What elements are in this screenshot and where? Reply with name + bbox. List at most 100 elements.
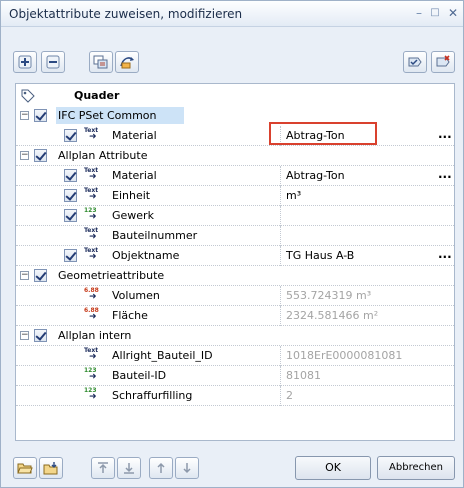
attribute-label: Schraffurfilling xyxy=(112,389,193,402)
group-label: Allplan intern xyxy=(58,329,132,342)
group-geometrieattribute[interactable]: − Geometrieattribute xyxy=(16,266,454,286)
group-checkbox[interactable] xyxy=(34,269,47,282)
remove-icon xyxy=(46,55,60,69)
attribute-label: Objektname xyxy=(112,249,180,262)
ellipsis-button[interactable]: ... xyxy=(438,247,452,261)
tree-root[interactable]: Quader xyxy=(16,86,454,106)
text-type-icon: Text ➜ xyxy=(84,247,99,262)
remove-attribute-button[interactable] xyxy=(41,51,65,73)
attribute-value-readonly: 81081 xyxy=(286,369,321,382)
minimize-icon[interactable]: – xyxy=(411,5,427,21)
integer-type-icon: 123 ➜ xyxy=(84,387,97,402)
move-bottom-icon xyxy=(124,463,134,474)
column-divider xyxy=(280,306,281,326)
ok-button[interactable]: OK xyxy=(295,456,371,480)
collapse-icon[interactable]: − xyxy=(20,151,29,160)
ellipsis-button[interactable]: ... xyxy=(438,167,452,181)
attribute-value-input[interactable]: Abtrag-Ton xyxy=(286,169,345,182)
column-divider xyxy=(280,166,281,186)
ellipsis-button[interactable]: ... xyxy=(438,127,452,141)
favorites-icon xyxy=(408,57,422,67)
attribute-checkbox[interactable] xyxy=(64,189,77,202)
group-checkbox[interactable] xyxy=(34,329,47,342)
column-divider xyxy=(280,226,281,246)
group-ifc-pset-common[interactable]: − IFC PSet Common xyxy=(16,106,454,126)
group-allplan-attribute[interactable]: − Allplan Attribute xyxy=(16,146,454,166)
attribute-row-bauteilnummer[interactable]: Text ➜ Bauteilnummer xyxy=(16,226,454,246)
collapse-icon[interactable]: − xyxy=(20,271,29,280)
collapse-icon[interactable]: − xyxy=(20,111,29,120)
text-type-icon: Text ➜ xyxy=(84,347,99,362)
attribute-label: Bauteil-ID xyxy=(112,369,167,382)
add-icon xyxy=(18,55,32,69)
group-checkbox[interactable] xyxy=(34,149,47,162)
attribute-checkbox[interactable] xyxy=(64,169,77,182)
pick-attributes-icon xyxy=(120,57,134,69)
move-to-bottom-button[interactable] xyxy=(117,457,141,479)
attribute-row-flaeche[interactable]: 6.88 ➜ Fläche 2324.581466 m² xyxy=(16,306,454,326)
column-divider xyxy=(280,186,281,206)
group-checkbox[interactable] xyxy=(34,109,47,122)
add-attribute-button[interactable] xyxy=(13,51,37,73)
attribute-label: Volumen xyxy=(112,289,160,302)
favorites-button[interactable] xyxy=(403,51,427,73)
attribute-row-bauteil-id[interactable]: 123 ➜ Bauteil-ID 81081 xyxy=(16,366,454,386)
float-type-icon: 6.88 ➜ xyxy=(84,287,99,302)
attribute-row-material[interactable]: Text ➜ Material Abtrag-Ton ... xyxy=(16,126,454,146)
group-label: Geometrieattribute xyxy=(58,269,165,282)
attribute-tree: Quader − IFC PSet Common Text ➜ Material … xyxy=(15,83,455,441)
group-label: IFC PSet Common xyxy=(58,109,157,122)
delete-favorites-icon xyxy=(436,55,450,67)
cancel-button[interactable]: Abbrechen xyxy=(377,456,455,480)
pick-attributes-button[interactable] xyxy=(115,51,139,73)
close-icon[interactable]: ✕ xyxy=(445,5,461,21)
column-divider xyxy=(280,246,281,266)
column-divider xyxy=(280,286,281,306)
move-up-button[interactable] xyxy=(149,457,173,479)
move-up-icon xyxy=(157,462,165,473)
attribute-checkbox[interactable] xyxy=(64,249,77,262)
attribute-row-gewerk[interactable]: 123 ➜ Gewerk xyxy=(16,206,454,226)
dialog-window: Objektattribute zuweisen, modifizieren –… xyxy=(0,0,464,488)
attribute-label: Einheit xyxy=(112,189,151,202)
text-type-icon: Text ➜ xyxy=(84,127,99,142)
attribute-row-einheit[interactable]: Text ➜ Einheit m³ xyxy=(16,186,454,206)
attribute-row-schraffurfilling[interactable]: 123 ➜ Schraffurfilling 2 xyxy=(16,386,454,406)
title-bar[interactable]: Objektattribute zuweisen, modifizieren –… xyxy=(1,1,463,27)
attribute-row-objektname[interactable]: Text ➜ Objektname TG Haus A-B ... xyxy=(16,246,454,266)
attribute-value-readonly: 553.724319 m³ xyxy=(286,289,372,302)
attribute-value-input[interactable]: m³ xyxy=(286,189,301,202)
float-type-icon: 6.88 ➜ xyxy=(84,307,99,322)
group-label: Allplan Attribute xyxy=(58,149,148,162)
attribute-value-input[interactable]: TG Haus A-B xyxy=(286,249,354,262)
text-type-icon: Text ➜ xyxy=(84,187,99,202)
move-top-icon xyxy=(98,462,108,473)
column-divider xyxy=(280,346,281,366)
column-divider xyxy=(280,206,281,226)
window-title: Objektattribute zuweisen, modifizieren xyxy=(9,7,243,21)
attribute-value-readonly: 2 xyxy=(286,389,293,402)
collapse-icon[interactable]: − xyxy=(20,331,29,340)
open-folder-icon xyxy=(17,463,33,474)
attribute-label: Fläche xyxy=(112,309,148,322)
integer-type-icon: 123 ➜ xyxy=(84,207,97,222)
tag-icon xyxy=(21,89,35,103)
move-down-icon xyxy=(183,463,191,474)
maximize-icon[interactable]: □ xyxy=(427,5,443,21)
open-favorite-button[interactable] xyxy=(13,457,37,479)
group-allplan-intern[interactable]: − Allplan intern xyxy=(16,326,454,346)
highlight-box xyxy=(269,122,377,145)
attribute-row-material-2[interactable]: Text ➜ Material Abtrag-Ton ... xyxy=(16,166,454,186)
attribute-checkbox[interactable] xyxy=(64,209,77,222)
move-down-button[interactable] xyxy=(175,457,199,479)
text-type-icon: Text ➜ xyxy=(84,167,99,182)
integer-type-icon: 123 ➜ xyxy=(84,367,97,382)
delete-favorites-button[interactable] xyxy=(431,51,455,73)
root-label: Quader xyxy=(74,89,120,102)
attribute-checkbox[interactable] xyxy=(64,129,77,142)
move-to-top-button[interactable] xyxy=(91,457,115,479)
attribute-row-volumen[interactable]: 6.88 ➜ Volumen 553.724319 m³ xyxy=(16,286,454,306)
copy-attributes-button[interactable] xyxy=(89,51,113,73)
attribute-row-allright-bauteil-id[interactable]: Text ➜ Allright_Bauteil_ID 1018ErE0000081… xyxy=(16,346,454,366)
save-favorite-button[interactable] xyxy=(39,457,63,479)
